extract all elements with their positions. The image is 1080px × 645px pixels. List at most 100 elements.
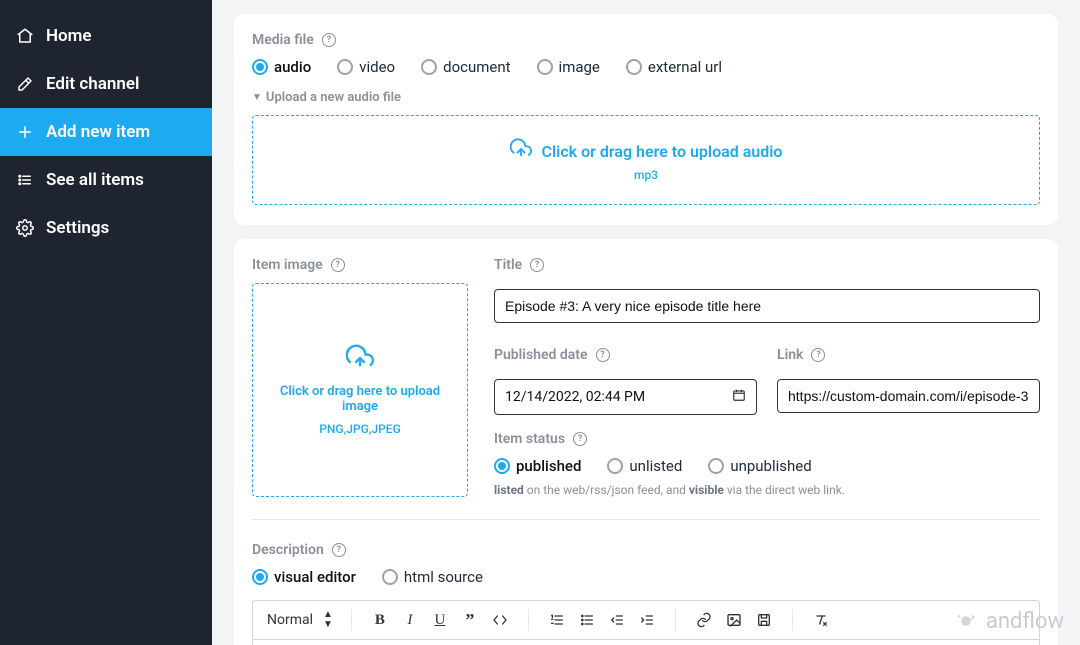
style-select[interactable]: Normal ▲▼ — [263, 608, 337, 632]
item-status-header: Item status ? — [494, 431, 1040, 447]
desc-radio-visual-editor[interactable]: visual editor — [252, 568, 356, 586]
main-content: Media file ? audio video document image … — [212, 0, 1080, 645]
triangle-down-icon: ▼ — [252, 92, 262, 103]
audio-upload-zone[interactable]: Click or drag here to upload audio mp3 — [252, 115, 1040, 205]
published-date-label: Published date — [494, 347, 588, 363]
title-field: Title ? — [494, 257, 1040, 331]
unordered-list-button[interactable] — [573, 606, 601, 634]
sidebar-item-settings[interactable]: Settings — [0, 204, 212, 252]
image-button[interactable] — [720, 606, 748, 634]
help-icon[interactable]: ? — [331, 258, 345, 272]
clear-formatting-button[interactable] — [807, 606, 835, 634]
media-type-radio-group: audio video document image external url — [252, 58, 1040, 76]
radio-label: video — [359, 58, 395, 76]
ordered-list-button[interactable] — [543, 606, 571, 634]
details-column: Title ? Published date ? 12/14/ — [494, 257, 1040, 497]
status-note-tail: via the direct web link. — [724, 483, 845, 497]
outdent-button[interactable] — [603, 606, 631, 634]
link-button[interactable] — [690, 606, 718, 634]
sort-arrows-icon: ▲▼ — [323, 610, 333, 630]
media-radio-external-url[interactable]: external url — [626, 58, 722, 76]
item-status-label: Item status — [494, 431, 565, 447]
help-icon[interactable]: ? — [573, 432, 587, 446]
media-radio-audio[interactable]: audio — [252, 58, 311, 76]
status-radio-unlisted[interactable]: unlisted — [607, 457, 682, 475]
published-date-input[interactable]: 12/14/2022, 02:44 PM — [494, 379, 757, 415]
desc-radio-html-source[interactable]: html source — [382, 568, 483, 586]
link-input[interactable] — [777, 379, 1040, 413]
title-header: Title ? — [494, 257, 1040, 273]
indent-button[interactable] — [633, 606, 661, 634]
radio-label: unpublished — [730, 457, 811, 475]
help-icon[interactable]: ? — [530, 258, 544, 272]
divider — [252, 519, 1040, 520]
link-field: Link ? — [777, 347, 1040, 415]
sidebar-item-add-new-item[interactable]: Add new item — [0, 108, 212, 156]
gear-icon — [16, 219, 34, 237]
radio-label: image — [559, 58, 600, 76]
help-icon[interactable]: ? — [332, 543, 346, 557]
style-select-label: Normal — [267, 612, 313, 628]
sidebar-item-see-all-items[interactable]: See all items — [0, 156, 212, 204]
item-image-column: Item image ? Click or drag here to uploa… — [252, 257, 468, 497]
image-upload-zone[interactable]: Click or drag here to upload image PNG,J… — [252, 283, 468, 497]
sidebar-item-label: Edit channel — [46, 74, 139, 94]
sidebar-item-home[interactable]: Home — [0, 12, 212, 60]
media-radio-document[interactable]: document — [421, 58, 510, 76]
save-button[interactable] — [750, 606, 778, 634]
upload-toggle[interactable]: ▼ Upload a new audio file — [252, 90, 1040, 105]
title-input[interactable] — [494, 289, 1040, 323]
title-label: Title — [494, 257, 522, 273]
media-radio-image[interactable]: image — [537, 58, 600, 76]
quote-button[interactable]: ” — [456, 606, 484, 634]
list-icon — [16, 171, 34, 189]
link-label: Link — [777, 347, 803, 363]
help-icon[interactable]: ? — [322, 33, 336, 47]
sidebar-item-label: Settings — [46, 218, 109, 238]
media-file-header: Media file ? — [252, 32, 1040, 48]
status-radio-group: published unlisted unpublished — [494, 457, 1040, 475]
cloud-upload-icon — [346, 344, 374, 376]
status-note-visible: visible — [689, 483, 724, 497]
status-note-listed: listed — [494, 483, 524, 497]
item-image-header: Item image ? — [252, 257, 468, 273]
published-date-field: Published date ? 12/14/2022, 02:44 PM — [494, 347, 757, 415]
plus-icon — [16, 123, 34, 141]
bold-button[interactable]: B — [366, 606, 394, 634]
item-status-field: Item status ? published unlisted unpubli… — [494, 431, 1040, 497]
published-date-header: Published date ? — [494, 347, 757, 363]
media-radio-video[interactable]: video — [337, 58, 395, 76]
toolbar-separator — [675, 609, 676, 631]
sidebar: Home Edit channel Add new item See all i… — [0, 0, 212, 645]
underline-button[interactable]: U — [426, 606, 454, 634]
upload-cta-text: Click or drag here to upload audio — [542, 142, 783, 161]
status-note: listed on the web/rss/json feed, and vis… — [494, 483, 1040, 497]
status-note-mid: on the web/rss/json feed, and — [524, 483, 689, 497]
image-upload-types: PNG,JPG,JPEG — [319, 422, 401, 436]
italic-button[interactable]: I — [396, 606, 424, 634]
toolbar-separator — [792, 609, 793, 631]
sidebar-item-label: Add new item — [46, 122, 150, 142]
radio-label: external url — [648, 58, 722, 76]
description-label: Description — [252, 542, 324, 558]
status-radio-published[interactable]: published — [494, 457, 581, 475]
edit-icon — [16, 75, 34, 93]
radio-label: audio — [274, 58, 311, 76]
code-block-button[interactable] — [486, 606, 514, 634]
link-header: Link ? — [777, 347, 1040, 363]
help-icon[interactable]: ? — [596, 348, 610, 362]
upload-toggle-label: Upload a new audio file — [266, 90, 401, 105]
radio-label: published — [516, 457, 581, 475]
home-icon — [16, 27, 34, 45]
help-icon[interactable]: ? — [811, 348, 825, 362]
media-file-title: Media file — [252, 32, 314, 48]
editor-textarea[interactable] — [252, 640, 1040, 645]
editor-toolbar: Normal ▲▼ B I U ” — [252, 600, 1040, 640]
sidebar-item-label: See all items — [46, 170, 144, 190]
radio-label: unlisted — [629, 457, 682, 475]
media-file-card: Media file ? audio video document image … — [234, 14, 1058, 225]
status-radio-unpublished[interactable]: unpublished — [708, 457, 811, 475]
toolbar-separator — [351, 609, 352, 631]
upload-formats: mp3 — [634, 168, 658, 182]
sidebar-item-edit-channel[interactable]: Edit channel — [0, 60, 212, 108]
